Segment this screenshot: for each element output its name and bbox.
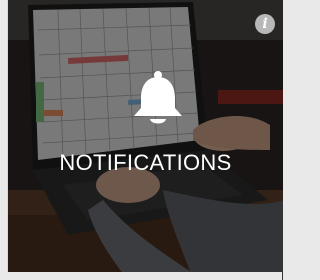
dark-overlay	[8, 0, 283, 280]
info-icon[interactable]: i	[255, 14, 275, 34]
notifications-tile[interactable]: i NOTIFICATIONS	[7, 0, 283, 280]
tile-title[interactable]: NOTIFICATIONS	[8, 150, 283, 176]
info-icon-label: i	[262, 16, 268, 32]
bell-icon	[134, 71, 182, 124]
bottom-border	[0, 272, 282, 280]
